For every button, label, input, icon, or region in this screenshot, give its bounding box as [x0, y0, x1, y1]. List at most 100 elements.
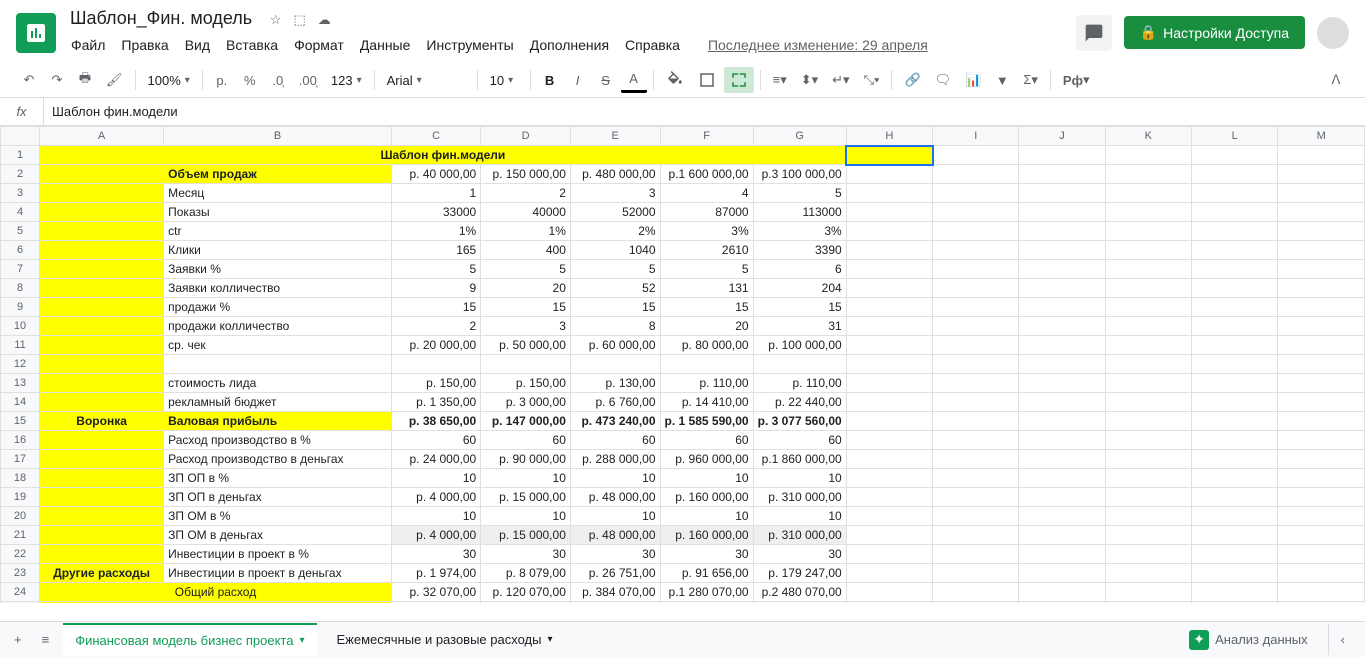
bold-button[interactable]: B: [537, 67, 563, 93]
cell-M7[interactable]: [1278, 260, 1365, 279]
cell-H12[interactable]: [846, 355, 932, 374]
cell-B7[interactable]: Заявки %: [164, 260, 392, 279]
cell-F22[interactable]: 30: [660, 545, 753, 564]
explore-button[interactable]: ✦ Анализ данных: [1177, 624, 1320, 656]
cell-I21[interactable]: [933, 526, 1019, 545]
cell-A17[interactable]: [40, 450, 164, 469]
cell-C17[interactable]: р. 24 000,00: [391, 450, 480, 469]
cell-L19[interactable]: [1192, 488, 1278, 507]
link-button[interactable]: 🔗: [898, 67, 926, 93]
cell-A18[interactable]: [40, 469, 164, 488]
cell-A12[interactable]: [40, 355, 164, 374]
cell-G3[interactable]: 5: [753, 184, 846, 203]
cell-A10[interactable]: [40, 317, 164, 336]
add-sheet-button[interactable]: +: [8, 626, 28, 653]
row-header-24[interactable]: 24: [1, 583, 40, 602]
cell-E10[interactable]: 8: [570, 317, 660, 336]
cell-E20[interactable]: 10: [570, 507, 660, 526]
move-icon[interactable]: ⬚: [293, 12, 305, 28]
cell-B8[interactable]: Заявки колличество: [164, 279, 392, 298]
cell-A8[interactable]: [40, 279, 164, 298]
cell-M19[interactable]: [1278, 488, 1365, 507]
menu-Справка[interactable]: Справка: [618, 33, 687, 57]
row-header-12[interactable]: 12: [1, 355, 40, 374]
cell-I16[interactable]: [933, 431, 1019, 450]
cell-H7[interactable]: [846, 260, 932, 279]
cell-K1[interactable]: [1105, 146, 1191, 165]
cell-L1[interactable]: [1192, 146, 1278, 165]
cell-I24[interactable]: [933, 583, 1019, 602]
spreadsheet-grid[interactable]: ABCDEFGHIJKLM1Шаблон фин.модели2Объем пр…: [0, 126, 1365, 603]
cell-D14[interactable]: р. 3 000,00: [481, 393, 571, 412]
cell-K24[interactable]: [1105, 583, 1191, 602]
cell-D22[interactable]: 30: [481, 545, 571, 564]
cell-L8[interactable]: [1192, 279, 1278, 298]
cell-H5[interactable]: [846, 222, 932, 241]
row-header-1[interactable]: 1: [1, 146, 40, 165]
row-header-15[interactable]: 15: [1, 412, 40, 431]
fill-color-button[interactable]: [660, 67, 690, 93]
cell-A25[interactable]: Чистая прибыль(без вычета инвестиций): [40, 602, 392, 604]
cell-J7[interactable]: [1019, 260, 1105, 279]
cell-I13[interactable]: [933, 374, 1019, 393]
font-size-select[interactable]: 10: [484, 69, 524, 92]
cell-M8[interactable]: [1278, 279, 1365, 298]
cell-C3[interactable]: 1: [391, 184, 480, 203]
cell-G23[interactable]: р. 179 247,00: [753, 564, 846, 583]
menu-Файл[interactable]: Файл: [64, 33, 112, 57]
cell-F16[interactable]: 60: [660, 431, 753, 450]
cell-D18[interactable]: 10: [481, 469, 571, 488]
account-avatar[interactable]: [1317, 17, 1349, 49]
cell-H6[interactable]: [846, 241, 932, 260]
cell-C15[interactable]: р. 38 650,00: [391, 412, 480, 431]
cell-H1[interactable]: [846, 146, 932, 165]
cell-F21[interactable]: р. 160 000,00: [660, 526, 753, 545]
cell-K17[interactable]: [1105, 450, 1191, 469]
cell-J13[interactable]: [1019, 374, 1105, 393]
cell-A3[interactable]: [40, 184, 164, 203]
cell-L7[interactable]: [1192, 260, 1278, 279]
cell-J4[interactable]: [1019, 203, 1105, 222]
cell-C10[interactable]: 2: [391, 317, 480, 336]
col-header-E[interactable]: E: [570, 127, 660, 146]
cell-L9[interactable]: [1192, 298, 1278, 317]
cell-I11[interactable]: [933, 336, 1019, 355]
cell-E12[interactable]: [570, 355, 660, 374]
cell-G15[interactable]: р. 3 077 560,00: [753, 412, 846, 431]
cell-E8[interactable]: 52: [570, 279, 660, 298]
cell-B18[interactable]: ЗП ОП в %: [164, 469, 392, 488]
menu-Вид[interactable]: Вид: [178, 33, 217, 57]
cell-I4[interactable]: [933, 203, 1019, 222]
cell-G10[interactable]: 31: [753, 317, 846, 336]
menu-Инструменты[interactable]: Инструменты: [419, 33, 520, 57]
cell-F10[interactable]: 20: [660, 317, 753, 336]
strikethrough-button[interactable]: S: [593, 67, 619, 93]
collapse-toolbar-button[interactable]: ᐱ: [1323, 67, 1349, 93]
cell-M12[interactable]: [1278, 355, 1365, 374]
cell-D4[interactable]: 40000: [481, 203, 571, 222]
sheets-logo[interactable]: [16, 13, 56, 53]
cell-K20[interactable]: [1105, 507, 1191, 526]
cell-J2[interactable]: [1019, 165, 1105, 184]
cell-E14[interactable]: р. 6 760,00: [570, 393, 660, 412]
cell-L14[interactable]: [1192, 393, 1278, 412]
cell-J25[interactable]: [1019, 602, 1105, 604]
row-header-7[interactable]: 7: [1, 260, 40, 279]
cell-L12[interactable]: [1192, 355, 1278, 374]
cell-M9[interactable]: [1278, 298, 1365, 317]
cell-D11[interactable]: р. 50 000,00: [481, 336, 571, 355]
cell-M23[interactable]: [1278, 564, 1365, 583]
cell-C5[interactable]: 1%: [391, 222, 480, 241]
cell-F25[interactable]: р. 305 520,00: [660, 602, 753, 604]
cell-H17[interactable]: [846, 450, 932, 469]
cell-G11[interactable]: р. 100 000,00: [753, 336, 846, 355]
cell-E7[interactable]: 5: [570, 260, 660, 279]
cell-H16[interactable]: [846, 431, 932, 450]
cell-C7[interactable]: 5: [391, 260, 480, 279]
cell-I18[interactable]: [933, 469, 1019, 488]
cell-D17[interactable]: р. 90 000,00: [481, 450, 571, 469]
col-header-A[interactable]: A: [40, 127, 164, 146]
cell-G14[interactable]: р. 22 440,00: [753, 393, 846, 412]
cell-C9[interactable]: 15: [391, 298, 480, 317]
row-header-6[interactable]: 6: [1, 241, 40, 260]
